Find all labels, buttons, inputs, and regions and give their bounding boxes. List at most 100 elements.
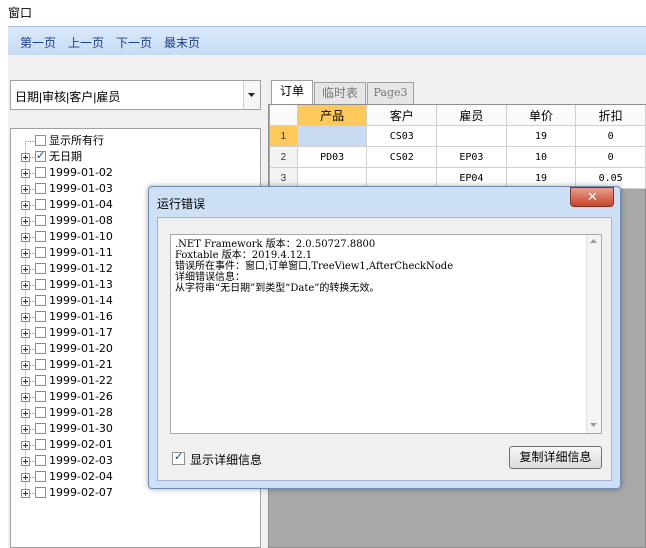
grid-cell[interactable]: 0	[575, 125, 646, 147]
next-page-link[interactable]: 下一页	[116, 34, 152, 51]
expand-icon[interactable]	[21, 489, 30, 498]
combobox-value: 日期|审核|客户|雇员	[15, 90, 121, 104]
grid-cell[interactable]: 10	[506, 146, 577, 168]
show-details-checkbox[interactable]	[172, 450, 185, 465]
column-header-unit-price[interactable]: 单价	[506, 105, 577, 126]
dropdown-button[interactable]	[243, 81, 260, 109]
expand-icon[interactable]	[21, 249, 30, 258]
tree-item-checkbox[interactable]	[35, 471, 46, 482]
expand-icon[interactable]	[21, 281, 30, 290]
expand-icon[interactable]	[21, 393, 30, 402]
tree-item-checkbox[interactable]	[35, 263, 46, 274]
tree-item-checkbox[interactable]	[35, 247, 46, 258]
tree-item-label: 1999-01-10	[49, 230, 113, 243]
column-header-discount[interactable]: 折扣	[575, 105, 646, 126]
tree-item-checkbox[interactable]	[35, 231, 46, 242]
tree-item-checkbox[interactable]	[35, 391, 46, 402]
last-page-link[interactable]: 最末页	[164, 34, 200, 51]
tree-item[interactable]: 无日期	[11, 148, 251, 165]
tree-item-checkbox[interactable]	[35, 199, 46, 210]
column-header-employee[interactable]: 雇员	[436, 105, 507, 126]
runtime-error-dialog: 运行错误 ✕ .NET Framework 版本：2.0.50727.8800 …	[148, 186, 621, 489]
tree-item-checkbox[interactable]	[35, 167, 46, 178]
message-scrollbar[interactable]	[586, 235, 601, 433]
error-message-textbox[interactable]: .NET Framework 版本：2.0.50727.8800 Foxtabl…	[170, 234, 602, 434]
show-details-label[interactable]: 显示详细信息	[190, 451, 262, 468]
tab-page3[interactable]: Page3	[367, 82, 414, 104]
tree-item[interactable]: 1999-01-02	[11, 165, 251, 181]
dialog-close-button[interactable]: ✕	[570, 187, 614, 207]
expand-icon[interactable]	[21, 473, 30, 482]
dialog-title: 运行错误	[157, 197, 206, 211]
window-titlebar: 窗口	[0, 0, 646, 24]
expand-icon[interactable]	[21, 457, 30, 466]
tree-item-checkbox[interactable]	[35, 375, 46, 386]
grouping-combobox[interactable]: 日期|审核|客户|雇员	[10, 80, 261, 110]
tree-item-checkbox[interactable]	[35, 487, 46, 498]
expand-icon[interactable]	[21, 169, 30, 178]
grid-cell[interactable]: PD03	[297, 146, 368, 168]
grid-cell[interactable]: CS02	[366, 146, 438, 168]
tree-item-checkbox[interactable]	[35, 148, 46, 164]
tree-item-label: 1999-01-28	[49, 406, 113, 419]
tree-item-label: 1999-01-08	[49, 214, 113, 227]
expand-icon[interactable]	[21, 441, 30, 450]
table-row[interactable]: 2 PD03 CS02 EP03 10 0	[270, 146, 646, 168]
tree-item-checkbox[interactable]	[35, 343, 46, 354]
first-page-link[interactable]: 第一页	[20, 34, 56, 51]
show-all-rows-checkbox[interactable]	[35, 135, 46, 146]
tree-item-label: 1999-01-13	[49, 278, 113, 291]
grid-corner-cell[interactable]	[270, 105, 298, 126]
column-header-customer[interactable]: 客户	[366, 105, 438, 126]
expand-icon[interactable]	[21, 313, 30, 322]
tree-item-checkbox[interactable]	[35, 183, 46, 194]
message-line: 从字符串“无日期”到类型“Date”的转换无效。	[175, 283, 380, 294]
grid-cell[interactable]: CS03	[366, 125, 438, 147]
grid-cell[interactable]: 19	[506, 125, 577, 147]
expand-icon[interactable]	[21, 377, 30, 386]
row-number[interactable]: 2	[270, 146, 298, 168]
expand-icon[interactable]	[21, 185, 30, 194]
expand-icon[interactable]	[21, 361, 30, 370]
page-navigation-bar: 第一页 上一页 下一页 最末页	[8, 26, 646, 56]
message-line: 详细错误信息：	[175, 272, 245, 283]
scroll-down-icon[interactable]	[590, 423, 598, 428]
expand-icon[interactable]	[21, 217, 30, 226]
tree-item-checkbox[interactable]	[35, 423, 46, 434]
grid-cell[interactable]	[297, 125, 368, 147]
grid-cell[interactable]: EP03	[436, 146, 507, 168]
tree-item-checkbox[interactable]	[35, 311, 46, 322]
expand-icon[interactable]	[21, 153, 30, 162]
window-title: 窗口	[8, 6, 33, 20]
expand-icon[interactable]	[21, 425, 30, 434]
expand-icon[interactable]	[21, 265, 30, 274]
tree-item-checkbox[interactable]	[35, 455, 46, 466]
tree-item-label: 1999-01-12	[49, 262, 113, 275]
tree-item-checkbox[interactable]	[35, 439, 46, 450]
tree-item-checkbox[interactable]	[35, 359, 46, 370]
tree-item-checkbox[interactable]	[35, 215, 46, 226]
copy-details-button[interactable]: 复制详细信息	[509, 446, 602, 469]
tree-item-checkbox[interactable]	[35, 327, 46, 338]
dialog-content: .NET Framework 版本：2.0.50727.8800 Foxtabl…	[157, 217, 612, 481]
tree-item-checkbox[interactable]	[35, 407, 46, 418]
table-row[interactable]: 1 CS03 19 0	[270, 125, 646, 147]
tab-temp-table[interactable]: 临时表	[314, 82, 366, 104]
tab-orders[interactable]: 订单	[271, 80, 313, 104]
expand-icon[interactable]	[21, 409, 30, 418]
expand-icon[interactable]	[21, 233, 30, 242]
previous-page-link[interactable]: 上一页	[68, 34, 104, 51]
tree-item-checkbox[interactable]	[35, 295, 46, 306]
row-number[interactable]: 1	[270, 125, 298, 147]
column-header-product[interactable]: 产品	[297, 105, 368, 126]
expand-icon[interactable]	[21, 345, 30, 354]
tree-item-label: 1999-01-16	[49, 310, 113, 323]
tree-root-item[interactable]: 显示所有行	[11, 133, 251, 149]
expand-icon[interactable]	[21, 297, 30, 306]
scroll-up-icon[interactable]	[590, 239, 598, 244]
grid-cell[interactable]: 0	[575, 146, 646, 168]
expand-icon[interactable]	[21, 329, 30, 338]
expand-icon[interactable]	[21, 201, 30, 210]
tree-item-checkbox[interactable]	[35, 279, 46, 290]
grid-cell[interactable]	[436, 125, 507, 147]
